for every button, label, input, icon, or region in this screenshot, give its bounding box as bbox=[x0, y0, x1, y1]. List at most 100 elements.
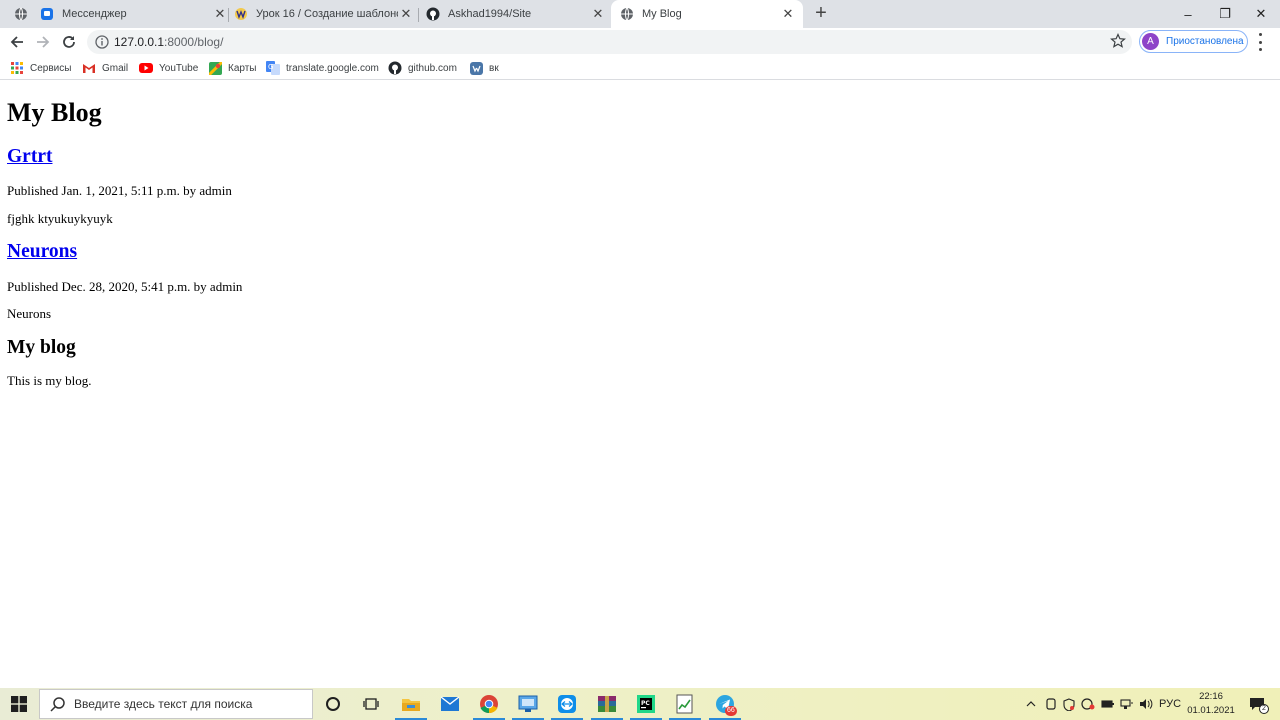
bookmark-youtube[interactable]: YouTube bbox=[139, 59, 198, 77]
search-placeholder: Введите здесь текст для поиска bbox=[74, 697, 253, 711]
bookmark-label: translate.google.com bbox=[286, 62, 379, 74]
close-tab-icon[interactable]: ✕ bbox=[590, 6, 606, 22]
action-center-button[interactable]: 2 bbox=[1245, 688, 1269, 720]
close-tab-icon[interactable]: ✕ bbox=[212, 6, 228, 22]
telegram-button[interactable]: 66 bbox=[706, 688, 744, 720]
profile-button[interactable]: A Приостановлена bbox=[1139, 30, 1248, 53]
minimize-button[interactable]: – bbox=[1171, 0, 1205, 28]
file-explorer-button[interactable] bbox=[392, 688, 430, 720]
chrome-icon bbox=[480, 695, 498, 714]
tab-github[interactable]: Askhad1994/Site ✕ bbox=[426, 0, 606, 28]
speaker-icon bbox=[1140, 699, 1153, 709]
bookmark-gmail[interactable]: Gmail bbox=[82, 59, 128, 77]
clock[interactable]: 22:16 01.01.2021 bbox=[1183, 689, 1239, 719]
arrow-right-icon bbox=[37, 36, 50, 48]
bookmark-label: Gmail bbox=[102, 62, 129, 74]
show-hidden-icons-button[interactable] bbox=[1024, 688, 1038, 720]
antivirus-button[interactable] bbox=[1080, 688, 1096, 720]
tray-app-icon bbox=[1046, 698, 1056, 710]
start-button[interactable] bbox=[0, 688, 38, 720]
battery-button[interactable] bbox=[1100, 688, 1116, 720]
tray-app-button[interactable] bbox=[1043, 688, 1059, 720]
clock-date: 01.01.2021 bbox=[1187, 705, 1235, 716]
post-body: fjghk ktyukuykyuyk bbox=[7, 211, 113, 226]
svg-text:G: G bbox=[268, 63, 273, 71]
tab-title: Askhad1994/Site bbox=[448, 8, 532, 20]
page-content: My Blog Grtrt Published Jan. 1, 2021, 5:… bbox=[0, 81, 1280, 688]
windows-logo-icon bbox=[11, 696, 27, 712]
bookmark-label: Сервисы bbox=[30, 62, 72, 74]
post-title-link[interactable]: Grtrt bbox=[7, 146, 52, 168]
post-meta: Published Dec. 28, 2020, 5:41 p.m. by ad… bbox=[7, 279, 243, 294]
volume-button[interactable] bbox=[1138, 688, 1154, 720]
tab-lesson[interactable]: Урок 16 / Создание шаблонов д ✕ bbox=[234, 0, 414, 28]
restore-button[interactable]: ❐ bbox=[1208, 0, 1242, 28]
tab-my-blog[interactable]: My Blog ✕ bbox=[611, 0, 803, 28]
chart-app-icon bbox=[676, 694, 693, 714]
site-icon bbox=[234, 7, 248, 21]
teamviewer-icon bbox=[558, 695, 576, 713]
taskbar-search[interactable]: Введите здесь текст для поиска bbox=[39, 689, 313, 719]
arrow-left-icon bbox=[10, 36, 23, 48]
clock-time: 22:16 bbox=[1199, 691, 1223, 702]
translate-icon: G bbox=[266, 61, 280, 75]
back-button[interactable] bbox=[7, 32, 27, 52]
sidebar-text: This is my blog. bbox=[7, 373, 92, 388]
teamviewer-button[interactable] bbox=[548, 688, 586, 720]
github-icon bbox=[388, 61, 402, 75]
tab-title: Урок 16 / Создание шаблонов д bbox=[256, 8, 398, 20]
url-text: 127.0.0.1:8000/blog/ bbox=[114, 35, 223, 49]
close-tab-icon[interactable]: ✕ bbox=[780, 6, 796, 22]
forward-button[interactable] bbox=[33, 32, 53, 52]
bookmark-vk[interactable]: вк bbox=[469, 59, 499, 77]
post-body: Neurons bbox=[7, 306, 52, 321]
vk-icon bbox=[469, 61, 483, 75]
address-bar[interactable]: 127.0.0.1:8000/blog/ bbox=[87, 30, 1132, 54]
reload-button[interactable] bbox=[59, 32, 79, 52]
post-title-link[interactable]: Neurons bbox=[7, 241, 77, 263]
cortana-button[interactable] bbox=[314, 688, 352, 720]
browser-menu-icon[interactable] bbox=[1255, 33, 1265, 51]
task-view-button[interactable] bbox=[352, 688, 390, 720]
chrome-button[interactable] bbox=[470, 688, 508, 720]
globe-icon bbox=[620, 7, 634, 21]
tab-search-icon[interactable] bbox=[14, 7, 28, 21]
mail-button[interactable] bbox=[431, 688, 469, 720]
tab-divider bbox=[228, 8, 229, 22]
notification-count: 2 bbox=[1259, 704, 1269, 714]
tab-messenger[interactable]: Мессенджер ✕ bbox=[40, 0, 228, 28]
shield-icon bbox=[1063, 697, 1075, 711]
messenger-icon bbox=[40, 7, 54, 21]
remote-desktop-button[interactable] bbox=[509, 688, 547, 720]
youtube-icon bbox=[139, 61, 153, 75]
network-icon bbox=[1120, 699, 1133, 709]
monitor-icon bbox=[518, 695, 538, 712]
bookmark-translate[interactable]: G translate.google.com bbox=[266, 59, 379, 77]
tab-strip: Мессенджер ✕ Урок 16 / Создание шаблонов… bbox=[0, 0, 1280, 28]
network-button[interactable] bbox=[1119, 688, 1135, 720]
profile-status: Приостановлена bbox=[1166, 36, 1244, 47]
close-tab-icon[interactable]: ✕ bbox=[398, 6, 414, 22]
new-tab-button[interactable]: + bbox=[811, 3, 831, 24]
bookmark-star-icon[interactable] bbox=[1110, 33, 1126, 49]
close-window-button[interactable]: ✕ bbox=[1244, 0, 1278, 28]
mail-icon bbox=[440, 696, 460, 711]
notepad-button[interactable] bbox=[666, 688, 704, 720]
bookmark-label: Карты bbox=[228, 62, 257, 74]
post-meta: Published Jan. 1, 2021, 5:11 p.m. by adm… bbox=[7, 183, 232, 198]
notification-badge: 66 bbox=[725, 706, 737, 716]
bookmark-label: вк bbox=[489, 62, 499, 74]
language-indicator[interactable]: РУС bbox=[1158, 688, 1182, 720]
info-icon[interactable] bbox=[95, 35, 109, 49]
pycharm-button[interactable]: PC bbox=[627, 688, 665, 720]
bookmark-github[interactable]: github.com bbox=[388, 59, 457, 77]
cortana-icon bbox=[326, 697, 340, 711]
gmail-icon bbox=[82, 61, 96, 75]
winrar-button[interactable] bbox=[588, 688, 626, 720]
bookmark-maps[interactable]: Карты bbox=[208, 59, 257, 77]
defender-button[interactable] bbox=[1061, 688, 1077, 720]
windows-taskbar: Введите здесь текст для поиска PC 66 РУС… bbox=[0, 688, 1280, 720]
folder-icon bbox=[402, 699, 420, 711]
bookmarks-bar: Сервисы Gmail YouTube Карты G translate.… bbox=[0, 56, 1280, 80]
bookmark-services[interactable]: Сервисы bbox=[10, 59, 71, 77]
